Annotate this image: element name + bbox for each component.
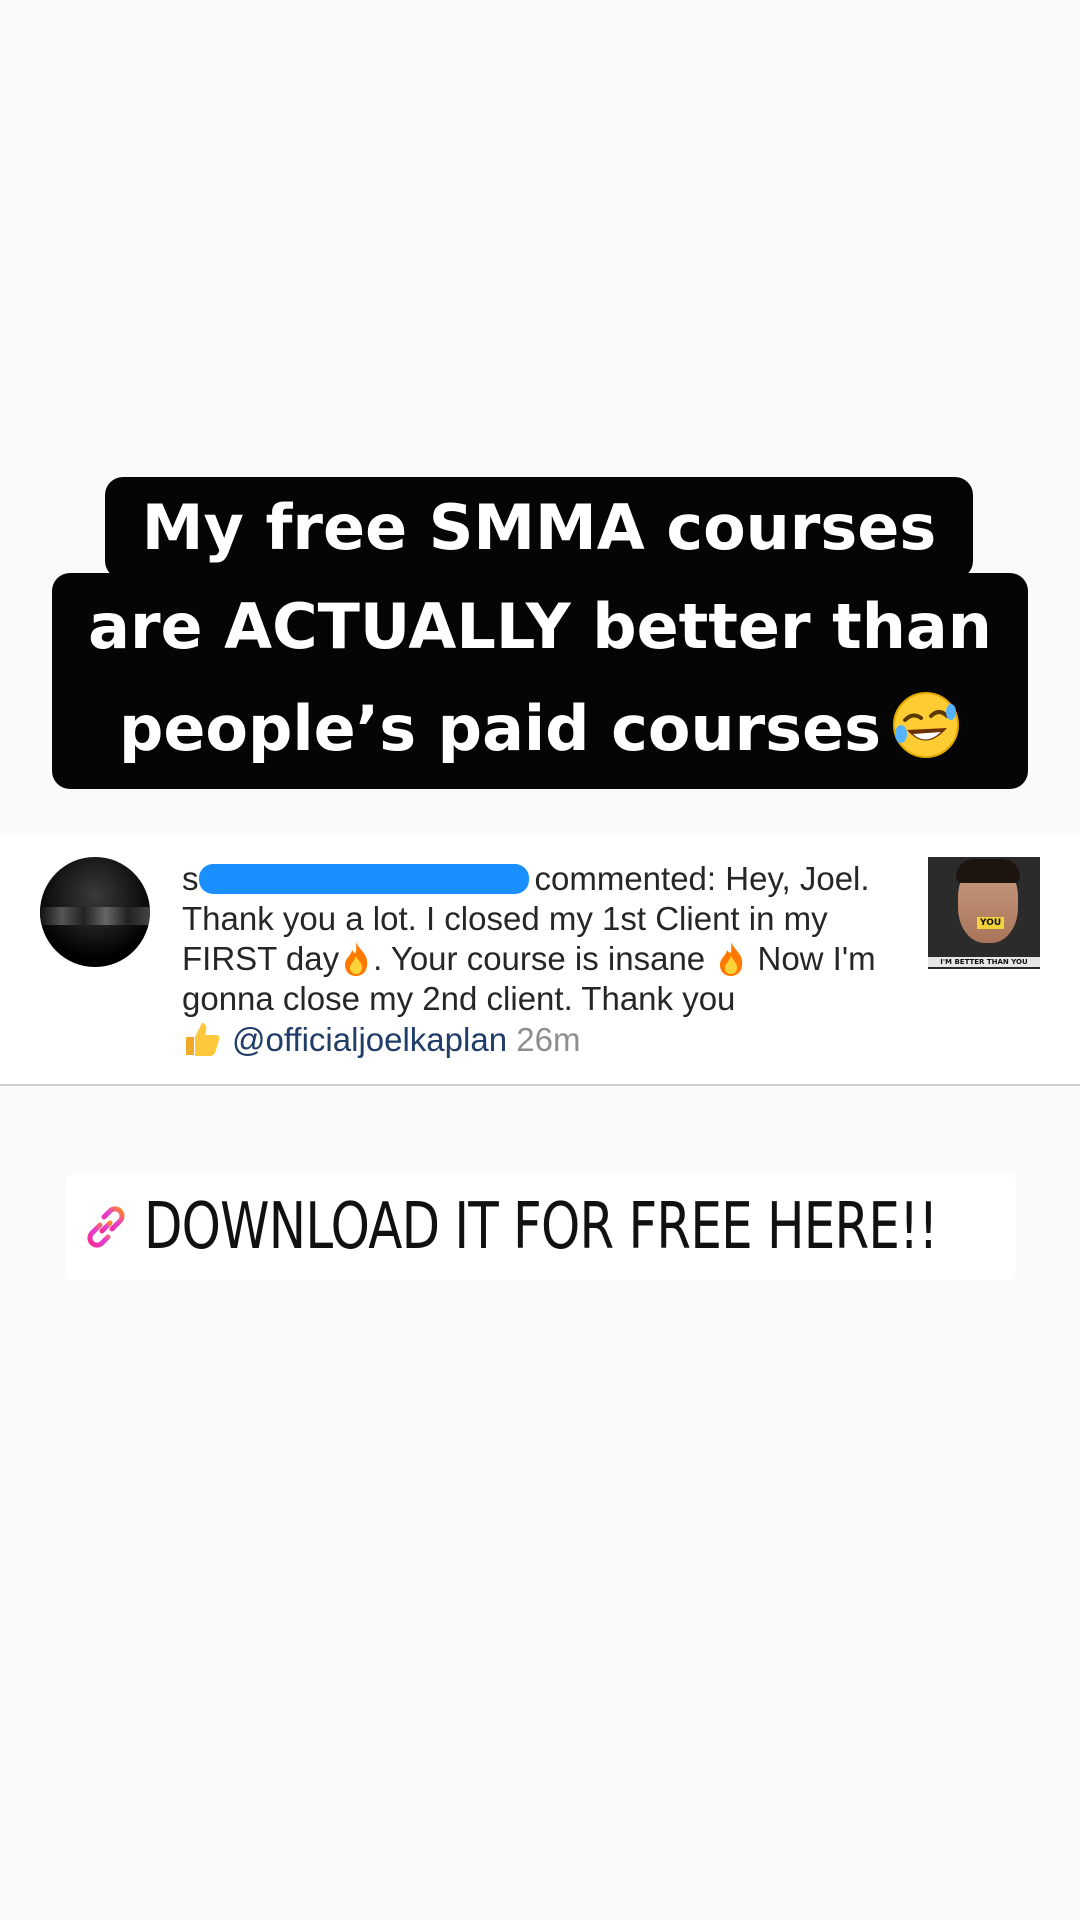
headline-line-3-text: people’s paid courses — [118, 692, 882, 765]
post-thumbnail[interactable]: YOU I'M BETTER THAN YOU — [928, 857, 1040, 969]
headline-line-2: are ACTUALLY better than — [88, 590, 992, 663]
laughing-emoji-icon — [893, 692, 960, 758]
thumbnail-hair — [956, 859, 1020, 883]
comment-action: commented: — [534, 860, 717, 897]
mention-link[interactable]: @officialjoelkaplan — [232, 1021, 507, 1058]
thumbnail-badge: YOU — [977, 917, 1005, 929]
username-redaction — [198, 864, 529, 894]
thumbnail-caption: I'M BETTER THAN YOU — [928, 957, 1040, 967]
fire-icon — [720, 942, 743, 976]
headline-line-3: people’s paid courses — [52, 675, 1028, 783]
fire-icon — [345, 942, 368, 976]
comment-text: s commented: Hey, Joel. Thank you a lot. … — [182, 859, 912, 1060]
link-icon — [87, 1206, 125, 1248]
avatar-skyline — [40, 907, 150, 925]
username[interactable]: s — [182, 860, 199, 897]
headline-line-1: My free SMMA courses — [105, 477, 973, 579]
timestamp: 26m — [516, 1021, 581, 1058]
comment-body-2: . Your course is insane — [373, 940, 715, 977]
divider — [0, 1084, 1080, 1086]
thumbs-up-icon — [186, 1023, 220, 1056]
download-label: DOWNLOAD IT FOR FREE HERE!! — [144, 1190, 938, 1264]
download-link-sticker[interactable]: DOWNLOAD IT FOR FREE HERE!! — [66, 1173, 1016, 1281]
avatar[interactable] — [40, 857, 150, 967]
